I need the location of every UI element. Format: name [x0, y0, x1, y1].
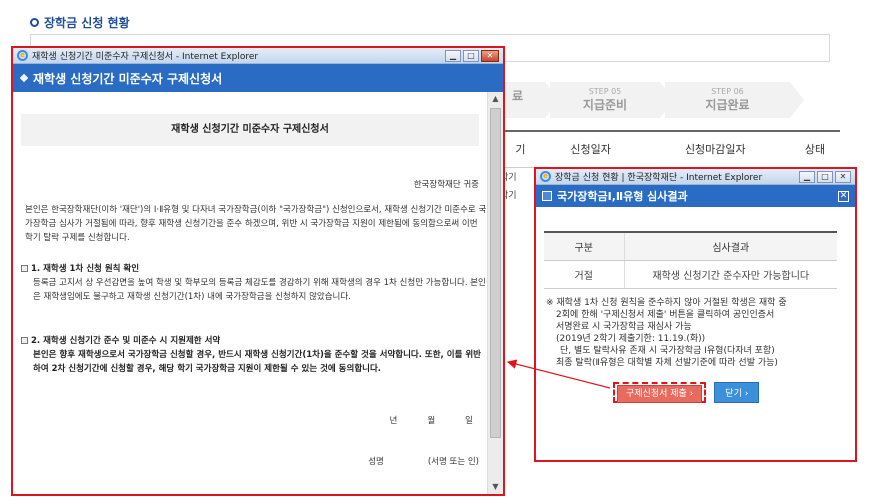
day-label: 일 [465, 416, 473, 426]
window-close-button[interactable]: ✕ [835, 170, 851, 183]
signature-row: 성명 (서명 또는 인) [368, 455, 479, 467]
window-titlebar[interactable]: e 재학생 신청기간 미준수자 구제신청서 - Internet Explore… [13, 48, 503, 64]
square-bullet-icon [21, 264, 28, 272]
scroll-down-icon[interactable]: ▼ [488, 480, 503, 494]
result-status: 거절 [544, 260, 625, 289]
section-1-text: 등록금 고지서 상 우선감면을 높여 학생 및 학부모의 등록금 체감도를 경감… [33, 278, 486, 302]
ie-browser-icon: e [17, 50, 28, 61]
diamond-bullet-icon [19, 73, 29, 83]
minimize-button[interactable]: ▁ [799, 170, 815, 183]
close-button[interactable]: 닫기 › [714, 382, 760, 403]
step-05: STEP 05 지급준비 [550, 82, 674, 118]
popup-header-title: 재학생 신청기간 미준수자 구제신청서 [33, 71, 223, 86]
col-result: 심사결과 [624, 231, 837, 261]
date-row: 년 월 일 [390, 414, 473, 426]
circle-bullet-icon [30, 18, 39, 27]
submit-relief-application-button[interactable]: 구제신청서 제출 › [617, 385, 703, 403]
addressee: 한국장학재단 귀중 [413, 180, 479, 190]
month-label: 월 [427, 416, 436, 426]
section-title: 장학금 신청 현황 [30, 14, 130, 31]
popup-header-title: 국가장학금Ⅰ,Ⅱ유형 심사결과 [557, 190, 688, 203]
window-titlebar[interactable]: e 장학금 신청 현황 | 한국장학재단 - Internet Explorer… [536, 169, 855, 185]
popup-header: 국가장학금Ⅰ,Ⅱ유형 심사결과 ✕ [536, 185, 855, 207]
review-result-window: e 장학금 신청 현황 | 한국장학재단 - Internet Explorer… [534, 167, 857, 462]
table-row: 거절 재학생 신청기간 준수자만 가능합니다 [544, 260, 837, 289]
notice-text: ※ 재학생 1차 신청 원칙을 준수하지 않아 거절된 학생은 재학 중 2회에… [546, 298, 787, 368]
document-title: 재학생 신청기간 미준수자 구제신청서 [21, 114, 479, 146]
col-semester: 기 [500, 130, 541, 168]
col-status: 상태 [790, 130, 840, 168]
popup-header: 재학생 신청기간 미준수자 구제신청서 [13, 64, 503, 92]
relief-application-window: e 재학생 신청기간 미준수자 구제신청서 - Internet Explore… [11, 46, 505, 496]
col-deadline: 신청마감일자 [640, 130, 791, 168]
square-header-icon [542, 191, 552, 201]
minimize-button[interactable]: ▁ [445, 49, 461, 62]
scroll-thumb[interactable] [490, 108, 501, 438]
maximize-button[interactable]: □ [817, 170, 833, 183]
name-label: 성명 [368, 457, 384, 467]
apply-button-highlight: 구제신청서 제출 › [613, 382, 707, 403]
col-category: 구분 [544, 231, 625, 261]
section-2-text: 본인은 향후 재학생으로서 국가장학금 신청할 경우, 반드시 재학생 신청기간… [33, 350, 481, 374]
year-label: 년 [389, 416, 398, 426]
maximize-button[interactable]: □ [463, 49, 479, 62]
col-apply-date: 신청일자 [540, 130, 641, 168]
close-icon[interactable]: ✕ [838, 190, 849, 202]
section-title-text: 장학금 신청 현황 [44, 16, 130, 30]
window-title: 재학생 신청기간 미준수자 구제신청서 - Internet Explorer [32, 52, 259, 62]
square-bullet-icon [21, 336, 28, 344]
review-result-table: 구분 심사결과 거절 재학생 신청기간 준수자만 가능합니다 [544, 231, 837, 289]
section-1-heading: 1. 재학생 1차 신청 원칙 확인 [21, 262, 139, 274]
window-close-button[interactable]: ✕ [481, 49, 499, 62]
window-title: 장학금 신청 현황 | 한국장학재단 - Internet Explorer [555, 173, 763, 183]
vertical-scrollbar[interactable]: ▲ ▼ [487, 92, 503, 494]
step-06: STEP 06 지급완료 [665, 82, 804, 118]
ie-browser-icon: e [540, 171, 551, 182]
result-message: 재학생 신청기간 준수자만 가능합니다 [624, 260, 837, 289]
section-2-heading: 2. 재학생 신청기간 준수 및 미준수 시 지원제한 서약 [21, 334, 220, 346]
step-progress: 료 STEP 05 지급준비 STEP 06 지급완료 [490, 82, 835, 118]
action-buttons: 구제신청서 제출 › 닫기 › [613, 382, 760, 403]
intro-paragraph: 본인은 한국장학재단(이하 '재단')의 Ⅰ·Ⅱ유형 및 다자녀 국가장학금(이… [25, 205, 487, 243]
signature-hint: (서명 또는 인) [427, 457, 479, 467]
scroll-up-icon[interactable]: ▲ [488, 92, 503, 106]
